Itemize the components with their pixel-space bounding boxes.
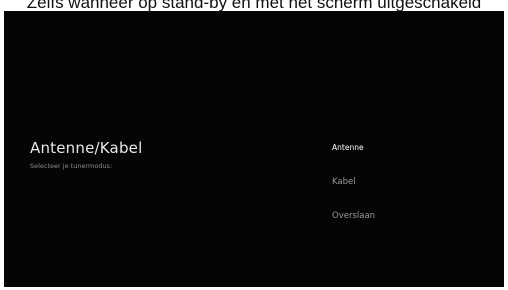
tuner-mode-options: Antenne Kabel Overslaan	[332, 141, 482, 243]
page-subtitle: Selecteer je tunermodus:	[30, 162, 113, 170]
option-antenne[interactable]: Antenne	[332, 141, 482, 175]
tv-setup-screen: Antenne/Kabel Selecteer je tunermodus: A…	[4, 11, 504, 287]
option-overslaan[interactable]: Overslaan	[332, 209, 482, 243]
screenshot-root: Zelfs wanneer op stand-by en met het sch…	[0, 0, 508, 290]
option-kabel[interactable]: Kabel	[332, 175, 482, 209]
page-title: Antenne/Kabel	[30, 139, 143, 157]
